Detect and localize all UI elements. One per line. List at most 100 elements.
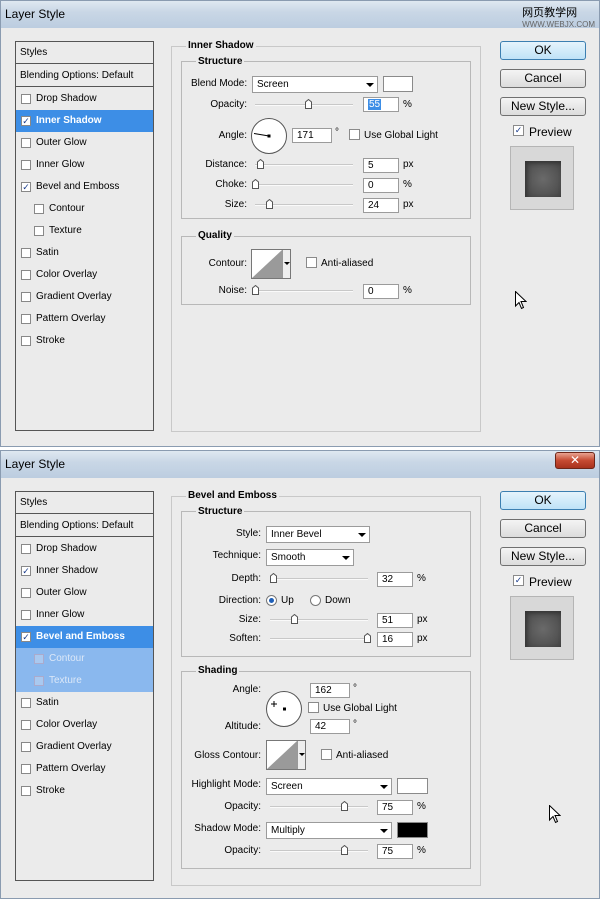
noise-input[interactable]: 0: [363, 284, 399, 299]
contour-dropdown[interactable]: [297, 741, 305, 769]
gloss-contour-picker[interactable]: [266, 740, 306, 770]
size-slider[interactable]: [270, 614, 368, 624]
style-checkbox[interactable]: [21, 786, 31, 796]
style-checkbox[interactable]: [21, 160, 31, 170]
anti-aliased-label[interactable]: Anti-aliased: [321, 258, 373, 269]
slider-thumb[interactable]: [341, 845, 348, 855]
direction-down-radio[interactable]: [310, 595, 321, 606]
styles-header[interactable]: Styles: [16, 492, 153, 514]
style-checkbox[interactable]: [21, 94, 31, 104]
style-item-satin[interactable]: Satin: [16, 242, 153, 264]
contour-dropdown[interactable]: [282, 250, 290, 278]
style-checkbox[interactable]: ✓: [21, 116, 31, 126]
choke-input[interactable]: 0: [363, 178, 399, 193]
choke-slider[interactable]: [252, 179, 353, 189]
angle-input[interactable]: 162: [310, 683, 350, 698]
contour-picker[interactable]: [251, 249, 291, 279]
style-checkbox[interactable]: [21, 336, 31, 346]
angle-dial[interactable]: [251, 118, 287, 154]
distance-input[interactable]: 5: [363, 158, 399, 173]
style-checkbox[interactable]: [21, 610, 31, 620]
style-checkbox[interactable]: [34, 204, 44, 214]
style-checkbox[interactable]: [21, 720, 31, 730]
size-input[interactable]: 51: [377, 613, 413, 628]
preview-checkbox[interactable]: ✓: [513, 125, 524, 136]
slider-thumb[interactable]: [364, 633, 371, 643]
slider-thumb[interactable]: [252, 179, 259, 189]
preview-checkbox[interactable]: ✓: [513, 575, 524, 586]
style-item-texture[interactable]: Texture: [16, 220, 153, 242]
soften-input[interactable]: 16: [377, 632, 413, 647]
anti-aliased-label[interactable]: Anti-aliased: [336, 750, 388, 761]
style-item-drop-shadow[interactable]: Drop Shadow: [16, 88, 153, 110]
style-checkbox[interactable]: [34, 676, 44, 686]
noise-slider[interactable]: [252, 285, 353, 295]
style-item-color-overlay[interactable]: Color Overlay: [16, 714, 153, 736]
use-global-light-label[interactable]: Use Global Light: [323, 703, 397, 714]
use-global-light-checkbox[interactable]: [308, 702, 319, 713]
technique-select[interactable]: Smooth: [266, 549, 354, 566]
shadow-color-swatch[interactable]: [397, 822, 428, 838]
angle-input[interactable]: 171: [292, 128, 332, 143]
slider-thumb[interactable]: [291, 614, 298, 624]
style-checkbox[interactable]: [21, 270, 31, 280]
style-item-outer-glow[interactable]: Outer Glow: [16, 582, 153, 604]
blend-mode-select[interactable]: Screen: [252, 76, 378, 93]
ok-button[interactable]: OK: [500, 41, 586, 60]
size-input[interactable]: 24: [363, 198, 399, 213]
slider-thumb[interactable]: [305, 99, 312, 109]
style-checkbox[interactable]: [21, 292, 31, 302]
direction-up-radio[interactable]: [266, 595, 277, 606]
style-item-stroke[interactable]: Stroke: [16, 780, 153, 802]
depth-slider[interactable]: [270, 573, 368, 583]
cancel-button[interactable]: Cancel: [500, 519, 586, 538]
use-global-light-label[interactable]: Use Global Light: [364, 130, 438, 141]
direction-down-label[interactable]: Down: [325, 595, 351, 606]
style-item-gradient-overlay[interactable]: Gradient Overlay: [16, 286, 153, 308]
style-checkbox[interactable]: [21, 698, 31, 708]
style-checkbox[interactable]: [21, 544, 31, 554]
style-item-contour[interactable]: Contour: [16, 198, 153, 220]
style-item-pattern-overlay[interactable]: Pattern Overlay: [16, 308, 153, 330]
style-item-bevel-and-emboss[interactable]: ✓ Bevel and Emboss: [16, 176, 153, 198]
new-style-button[interactable]: New Style...: [500, 547, 586, 566]
slider-thumb[interactable]: [257, 159, 264, 169]
style-item-inner-shadow[interactable]: ✓ Inner Shadow: [16, 560, 153, 582]
close-button[interactable]: ✕: [555, 452, 595, 469]
size-slider[interactable]: [255, 199, 353, 209]
style-checkbox[interactable]: ✓: [21, 566, 31, 576]
depth-input[interactable]: 32: [377, 572, 413, 587]
style-item-stroke[interactable]: Stroke: [16, 330, 153, 352]
style-select[interactable]: Inner Bevel: [266, 526, 370, 543]
opacity-slider[interactable]: [255, 99, 353, 109]
highlight-mode-select[interactable]: Screen: [266, 778, 392, 795]
style-item-texture[interactable]: Texture: [16, 670, 153, 692]
blend-color-swatch[interactable]: [383, 76, 413, 92]
angle-dial[interactable]: [266, 691, 302, 727]
use-global-light-checkbox[interactable]: [349, 129, 360, 140]
style-checkbox[interactable]: [34, 226, 44, 236]
highlight-opacity-slider[interactable]: [270, 801, 368, 811]
blending-options-item[interactable]: Blending Options: Default: [16, 65, 153, 87]
style-checkbox[interactable]: [21, 588, 31, 598]
style-checkbox[interactable]: ✓: [21, 632, 31, 642]
direction-up-label[interactable]: Up: [281, 595, 294, 606]
slider-thumb[interactable]: [266, 199, 273, 209]
preview-label[interactable]: Preview: [529, 575, 572, 589]
style-checkbox[interactable]: [21, 248, 31, 258]
style-item-inner-glow[interactable]: Inner Glow: [16, 604, 153, 626]
blending-options-item[interactable]: Blending Options: Default: [16, 515, 153, 537]
style-checkbox[interactable]: [34, 654, 44, 664]
style-checkbox[interactable]: ✓: [21, 182, 31, 192]
cancel-button[interactable]: Cancel: [500, 69, 586, 88]
slider-thumb[interactable]: [252, 285, 259, 295]
highlight-color-swatch[interactable]: [397, 778, 428, 794]
style-item-pattern-overlay[interactable]: Pattern Overlay: [16, 758, 153, 780]
style-item-outer-glow[interactable]: Outer Glow: [16, 132, 153, 154]
opacity-input[interactable]: 55: [363, 97, 399, 112]
styles-header[interactable]: Styles: [16, 42, 153, 64]
shadow-opacity-input[interactable]: 75: [377, 844, 413, 859]
style-checkbox[interactable]: [21, 314, 31, 324]
ok-button[interactable]: OK: [500, 491, 586, 510]
style-item-inner-shadow[interactable]: ✓ Inner Shadow: [16, 110, 153, 132]
